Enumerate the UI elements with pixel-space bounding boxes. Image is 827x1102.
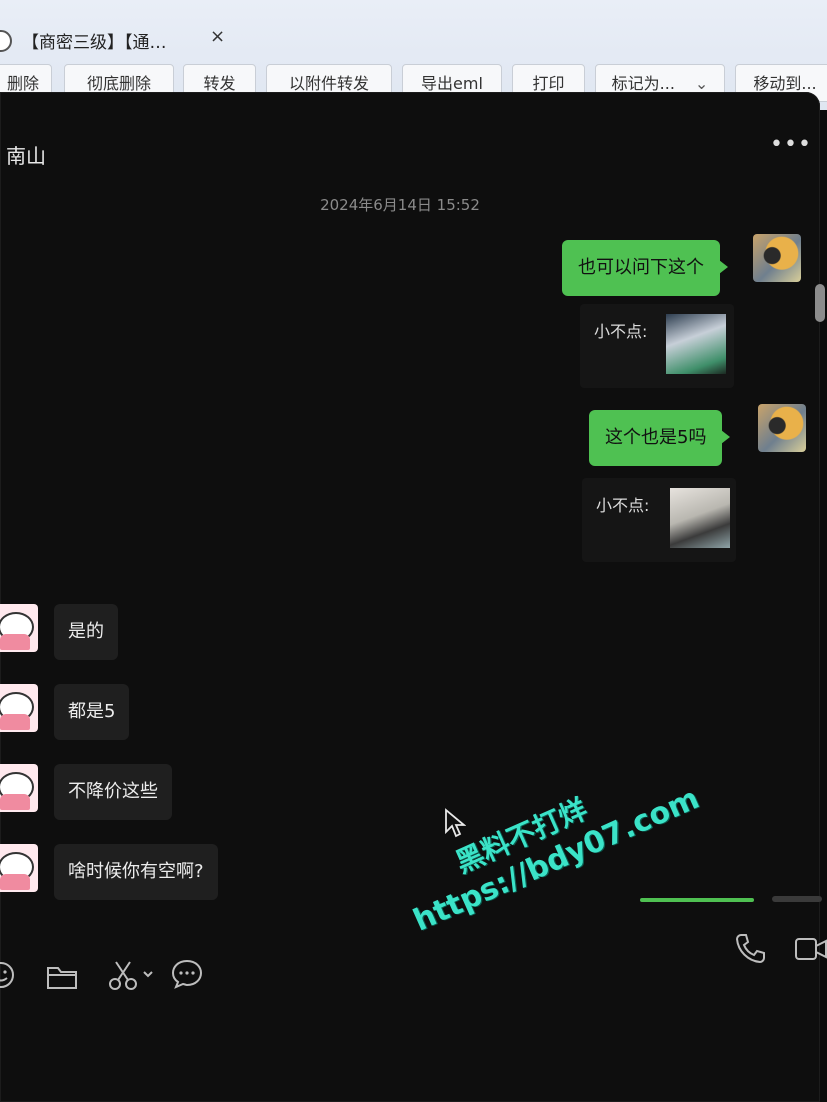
outgoing-message[interactable]: 也可以问下这个	[562, 240, 728, 296]
chat-contact-name: 南山	[6, 144, 46, 168]
phone-icon[interactable]	[734, 932, 766, 964]
tab-close-icon[interactable]: ×	[210, 26, 225, 47]
incoming-message[interactable]: 是的	[54, 604, 118, 660]
mark-as-label: 标记为...	[611, 74, 675, 93]
incoming-message[interactable]: 不降价这些	[54, 764, 172, 820]
chat-window: 南山 ••• 2024年6月14日 15:52 也可以问下这个 小不点: 这个也…	[0, 92, 827, 1102]
contact-avatar[interactable]	[0, 764, 38, 812]
incoming-message[interactable]: 都是5	[54, 684, 130, 740]
folder-icon[interactable]	[46, 964, 78, 990]
contact-avatar[interactable]	[0, 844, 38, 892]
tab-favicon-icon	[0, 30, 12, 52]
input-area-highlight	[640, 898, 754, 902]
self-avatar[interactable]	[753, 234, 801, 282]
emoji-icon[interactable]	[0, 960, 16, 990]
quoted-message[interactable]: 小不点:	[582, 478, 736, 562]
contact-avatar[interactable]	[0, 684, 38, 732]
mouse-cursor-icon	[445, 808, 466, 838]
scissors-icon[interactable]	[108, 960, 156, 992]
chat-bubble-icon[interactable]	[170, 958, 204, 990]
self-avatar[interactable]	[758, 404, 806, 452]
quote-sender-label: 小不点:	[596, 496, 650, 515]
tab-bar: 【商密三级】【通… ×	[0, 18, 827, 58]
outgoing-message[interactable]: 这个也是5吗	[589, 410, 731, 466]
quote-sender-label: 小不点:	[594, 322, 648, 341]
input-area-divider	[772, 896, 822, 902]
video-icon[interactable]	[794, 936, 827, 962]
chevron-down-icon: ⌄	[694, 74, 709, 93]
quoted-photo-thumbnail[interactable]	[666, 314, 726, 374]
more-options-icon[interactable]: •••	[770, 132, 812, 157]
contact-avatar[interactable]	[0, 604, 38, 652]
scrollbar-thumb[interactable]	[815, 284, 825, 322]
incoming-message[interactable]: 啥时候你有空啊?	[54, 844, 218, 900]
tab-title[interactable]: 【商密三级】【通…	[22, 28, 167, 53]
quoted-message[interactable]: 小不点:	[580, 304, 734, 388]
quoted-photo-thumbnail[interactable]	[670, 488, 730, 548]
message-timestamp: 2024年6月14日 15:52	[320, 196, 480, 214]
